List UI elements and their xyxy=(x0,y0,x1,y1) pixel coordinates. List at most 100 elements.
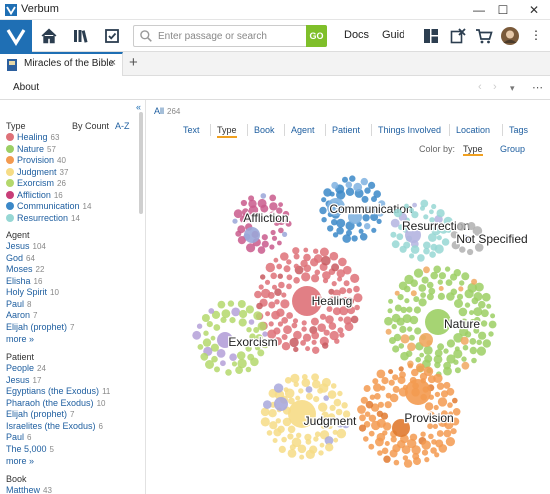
tab-patient[interactable]: Patient xyxy=(332,125,360,135)
forward-arrow-icon[interactable]: › xyxy=(493,81,497,93)
tab-type[interactable]: Type xyxy=(217,125,237,138)
agent-item[interactable]: Elisha 16 xyxy=(6,276,42,286)
go-button[interactable]: GO xyxy=(306,25,327,47)
type-item-healing[interactable]: Healing 63 xyxy=(6,132,59,142)
documents-checklist-icon[interactable] xyxy=(102,26,122,46)
tools-icon[interactable] xyxy=(448,26,468,46)
tab-miracles-of-the-bible[interactable]: Miracles of the Bible × xyxy=(0,52,123,76)
miracle-node xyxy=(286,312,293,319)
miracle-node xyxy=(331,281,337,287)
agent-item[interactable]: Holy Spirit 10 xyxy=(6,287,59,297)
miracle-node xyxy=(408,334,415,341)
miracle-node xyxy=(248,319,255,325)
collapse-sidebar-icon[interactable]: « xyxy=(136,102,141,112)
miracle-node xyxy=(265,262,275,273)
miracle-node xyxy=(240,199,247,207)
cluster-nature[interactable]: Nature xyxy=(384,265,497,378)
home-icon[interactable] xyxy=(39,26,59,46)
about-link[interactable]: About xyxy=(13,82,39,93)
miracle-node xyxy=(293,346,299,353)
patient-item[interactable]: Pharaoh (the Exodus) 10 xyxy=(6,398,105,408)
patient-more-link[interactable]: more » xyxy=(6,456,34,466)
all-filter[interactable]: All 264 xyxy=(154,106,180,116)
cluster-not-specified[interactable]: Not Specified xyxy=(450,222,529,256)
patient-item[interactable]: People 24 xyxy=(6,363,46,373)
close-tab-icon[interactable]: × xyxy=(110,57,116,69)
cluster-exorcism[interactable]: Exorcism xyxy=(192,300,279,376)
facet-label: Israelites (the Exodus) xyxy=(6,420,96,431)
sidebar-scrollbar[interactable] xyxy=(139,112,143,214)
agent-item[interactable]: Jesus 104 xyxy=(6,241,46,251)
type-item-judgment[interactable]: Judgment 37 xyxy=(6,167,68,177)
miracle-node xyxy=(433,404,439,411)
miracle-node xyxy=(434,361,441,369)
type-item-affliction[interactable]: Affliction 16 xyxy=(6,190,63,200)
facet-count: 22 xyxy=(35,265,45,274)
type-item-nature[interactable]: Nature 57 xyxy=(6,144,56,154)
library-icon[interactable] xyxy=(71,26,91,46)
patient-item[interactable]: Elijah (prophet) 7 xyxy=(6,409,74,419)
type-item-provision[interactable]: Provision 40 xyxy=(6,155,66,165)
book-item[interactable]: Matthew 43 xyxy=(6,485,52,494)
verbum-menu-button[interactable] xyxy=(0,20,32,52)
agent-item[interactable]: God 64 xyxy=(6,253,35,263)
tab-text[interactable]: Text xyxy=(183,125,200,135)
patient-item[interactable]: Israelites (the Exodus) 6 xyxy=(6,421,103,431)
color-by-group-option[interactable]: Group xyxy=(500,144,525,154)
docs-button[interactable]: Docs xyxy=(344,29,369,41)
miracle-node xyxy=(452,408,461,416)
agent-item[interactable]: Elijah (prophet) 7 xyxy=(6,322,74,332)
type-item-communication[interactable]: Communication 14 xyxy=(6,201,91,211)
cluster-affliction[interactable]: Affliction xyxy=(232,193,292,254)
cluster-provision[interactable]: Provision xyxy=(357,363,461,468)
layouts-icon[interactable] xyxy=(421,26,441,46)
agent-item[interactable]: Moses 22 xyxy=(6,264,44,274)
tab-agent[interactable]: Agent xyxy=(291,125,315,135)
new-tab-button[interactable]: + xyxy=(129,54,138,71)
agent-item[interactable]: Aaron 7 xyxy=(6,310,37,320)
miracle-node-large xyxy=(419,333,433,347)
miracle-node xyxy=(413,296,420,303)
miracle-node xyxy=(345,181,353,189)
sort-a-z-button[interactable]: A-Z xyxy=(115,121,130,131)
tab-tags[interactable]: Tags xyxy=(509,125,528,135)
miracle-node xyxy=(459,246,466,253)
all-link[interactable]: All xyxy=(154,106,164,116)
maximize-button[interactable]: ☐ xyxy=(489,0,517,20)
patient-item[interactable]: The 5,000 5 xyxy=(6,444,54,454)
patient-item[interactable]: Paul 6 xyxy=(6,432,31,442)
app-menu-dots-icon[interactable]: ⋮ xyxy=(530,28,542,42)
search-input[interactable] xyxy=(158,28,304,44)
tab-things-involved[interactable]: Things Involved xyxy=(378,125,441,135)
miracle-node xyxy=(428,433,434,440)
cluster-label: Affliction xyxy=(243,211,288,225)
type-item-exorcism[interactable]: Exorcism 26 xyxy=(6,178,66,188)
miracle-node xyxy=(269,244,275,250)
miracle-node xyxy=(200,352,209,361)
store-cart-icon[interactable] xyxy=(474,26,494,46)
miracle-node xyxy=(363,436,369,442)
miracle-node xyxy=(296,432,302,438)
patient-item[interactable]: Jesus 17 xyxy=(6,375,41,385)
panel-menu-icon[interactable]: ⋯ xyxy=(532,81,543,94)
type-item-resurrection[interactable]: Resurrection 14 xyxy=(6,213,80,223)
sort-by-count-button[interactable]: By Count xyxy=(72,121,109,131)
cluster-judgment[interactable]: Judgment xyxy=(260,373,358,460)
patient-item[interactable]: Egyptians (the Exodus) 11 xyxy=(6,386,110,396)
miracle-node xyxy=(351,235,358,242)
close-window-button[interactable]: ✕ xyxy=(520,0,548,20)
history-dropdown-icon[interactable]: ▾ xyxy=(510,83,515,94)
miracle-cluster-visualization[interactable]: AfflictionCommunicationResurrectionNot S… xyxy=(146,164,550,494)
miracle-node xyxy=(268,321,274,327)
back-arrow-icon[interactable]: ‹ xyxy=(478,81,482,93)
agent-item[interactable]: Paul 8 xyxy=(6,299,31,309)
guides-button[interactable]: Guide xyxy=(382,29,404,41)
miracle-node xyxy=(373,383,382,392)
visualization-panel: All 264 Text Type Book Agent Patient Things In… xyxy=(146,100,550,494)
user-avatar[interactable] xyxy=(500,26,520,46)
agent-more-link[interactable]: more » xyxy=(6,334,34,344)
color-by-type-option[interactable]: Type xyxy=(463,144,483,156)
miracle-node xyxy=(391,323,397,330)
tab-location[interactable]: Location xyxy=(456,125,490,135)
tab-book[interactable]: Book xyxy=(254,125,275,135)
